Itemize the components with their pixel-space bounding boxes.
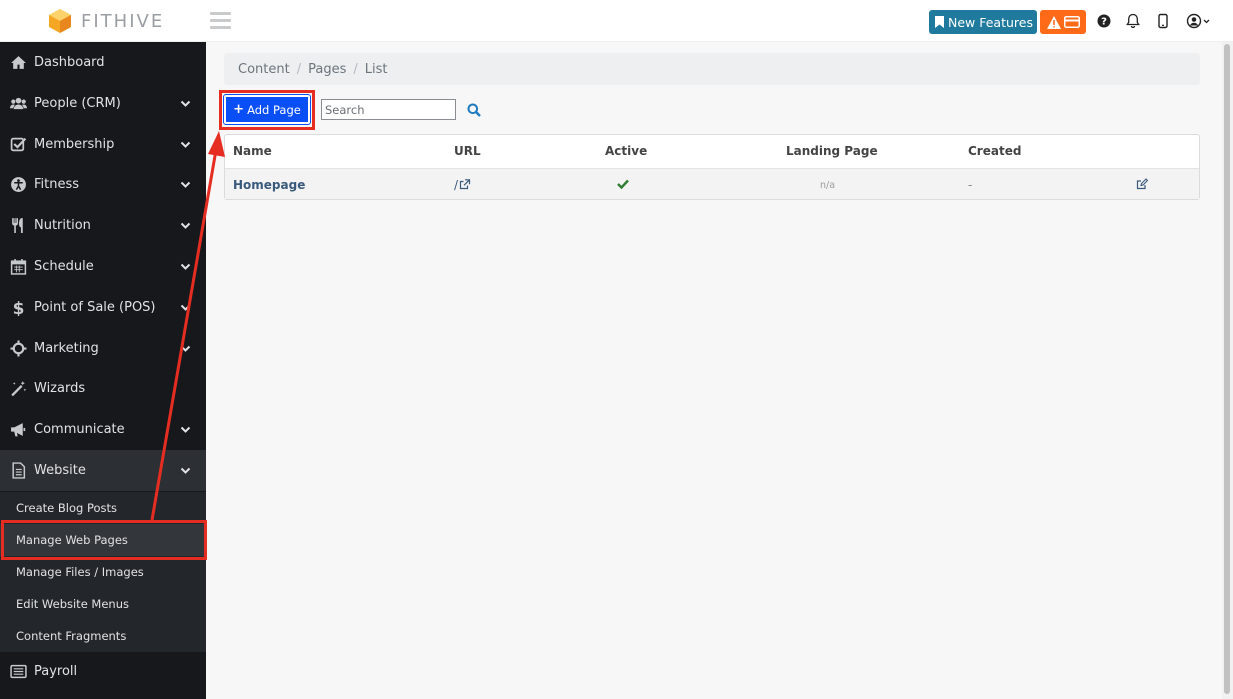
credit-card-icon [1063,16,1080,28]
column-header-url[interactable]: URL [454,144,481,158]
sidebar-item-wizards[interactable]: Wizards [0,368,206,409]
sidebar-item-label: Schedule [34,259,94,274]
sidebar-item-nutrition[interactable]: Nutrition [0,205,206,246]
sidebar-item-label: Membership [34,137,115,152]
sidebar-item-label: Dashboard [34,55,105,70]
sidebar-item-schedule[interactable]: Schedule [0,246,206,287]
calendar-icon [10,259,27,275]
sidebar-item-pos[interactable]: $ Point of Sale (POS) [0,287,206,328]
sidebar-item-fitness[interactable]: Fitness [0,164,206,205]
sidebar: Dashboard People (CRM) Membership Fitnes… [0,42,207,699]
column-header-landing-page[interactable]: Landing Page [786,144,878,158]
chevron-down-icon [180,181,191,188]
page-url-link[interactable]: / [454,178,471,192]
sidebar-item-label: Wizards [34,381,86,396]
edit-icon[interactable] [1136,178,1148,190]
fithive-logo-icon [49,9,71,33]
billing-alert-button[interactable] [1040,10,1086,34]
submenu-label: Create Blog Posts [16,501,117,515]
brand-name: FITHIVE [81,11,165,32]
sidebar-item-label: Marketing [34,341,99,356]
sidebar-item-communicate[interactable]: Communicate [0,409,206,450]
external-link-icon [459,179,471,190]
sidebar-item-label: Point of Sale (POS) [34,300,156,315]
chevron-down-icon [180,100,191,107]
add-page-label: Add Page [247,102,301,117]
menu-toggle-icon[interactable] [210,12,231,29]
sidebar-item-label: Fitness [34,177,80,192]
chevron-down-icon [180,222,191,229]
bookmark-icon [935,16,944,28]
sidebar-item-dashboard[interactable]: Dashboard [0,42,206,83]
chevron-down-icon [180,467,191,474]
scrollbar-thumb[interactable] [1224,44,1230,694]
landing-page-value: n/a [820,180,836,191]
sidebar-item-label: Payroll [34,664,78,679]
submenu-label: Manage Files / Images [16,565,144,579]
page-url-text: / [454,178,459,192]
mobile-icon[interactable] [1155,13,1171,29]
submenu-content-fragments[interactable]: Content Fragments [0,620,206,652]
submenu-label: Edit Website Menus [16,597,129,611]
column-header-name[interactable]: Name [233,144,272,158]
page-name-link[interactable]: Homepage [233,178,305,192]
table-row: Homepage / n/a - [225,168,1199,199]
chevron-down-icon [180,141,191,148]
help-icon[interactable]: ? [1096,13,1112,29]
breadcrumb-pages[interactable]: Pages [308,62,346,77]
active-check-icon [617,179,629,189]
crosshair-icon [10,340,27,357]
check-square-icon [10,137,27,152]
search-icon[interactable] [467,103,481,117]
breadcrumb-separator: / [296,61,302,77]
new-features-button[interactable]: New Features [929,10,1037,34]
chevron-down-icon [180,345,191,352]
column-header-created[interactable]: Created [968,144,1021,158]
chevron-down-icon [180,263,191,270]
sidebar-item-people[interactable]: People (CRM) [0,83,206,124]
accessibility-icon [11,177,26,192]
breadcrumb: Content / Pages / List [224,53,1200,85]
sidebar-item-label: Nutrition [34,218,91,233]
breadcrumb-separator: / [353,61,358,77]
user-icon[interactable] [1186,13,1212,29]
add-page-button[interactable]: + Add Page [223,94,311,125]
sidebar-item-website[interactable]: Website [0,450,206,491]
svg-text:$: $ [13,299,25,316]
column-header-active[interactable]: Active [605,144,647,158]
megaphone-icon [11,423,26,437]
users-icon [10,97,27,110]
magic-wand-icon [11,381,27,397]
sidebar-item-membership[interactable]: Membership [0,124,206,165]
home-icon [11,56,26,69]
breadcrumb-content[interactable]: Content [238,62,290,77]
top-bar: FITHIVE New Features ? [0,0,1233,42]
dollar-icon: $ [13,299,25,316]
sidebar-item-label: Communicate [34,422,125,437]
list-icon [10,664,27,679]
submenu-manage-files-images[interactable]: Manage Files / Images [0,556,206,588]
search-input[interactable] [321,99,456,120]
new-features-label: New Features [948,14,1033,30]
utensils-icon [12,218,23,233]
annotation-highlight-manage-web-pages [1,520,207,560]
vertical-scrollbar[interactable] [1222,42,1233,699]
submenu-edit-website-menus[interactable]: Edit Website Menus [0,588,206,620]
sidebar-item-payroll[interactable]: Payroll [0,651,206,692]
chevron-down-icon [180,304,191,311]
bell-icon[interactable] [1125,13,1141,29]
created-value: - [968,178,973,192]
plus-icon: + [233,102,245,117]
sidebar-item-marketing[interactable]: Marketing [0,328,206,369]
svg-text:?: ? [1101,17,1107,28]
pages-table: Name URL Active Landing Page Created Hom… [224,134,1200,200]
breadcrumb-list: List [364,61,388,77]
sidebar-item-label: People (CRM) [34,96,121,111]
file-icon [12,462,26,479]
website-submenu: Create Blog Posts Manage Web Pages Manag… [0,492,206,652]
warning-icon [1046,15,1061,29]
chevron-down-icon [180,426,191,433]
submenu-label: Content Fragments [16,629,127,643]
sidebar-item-label: Website [34,463,86,478]
